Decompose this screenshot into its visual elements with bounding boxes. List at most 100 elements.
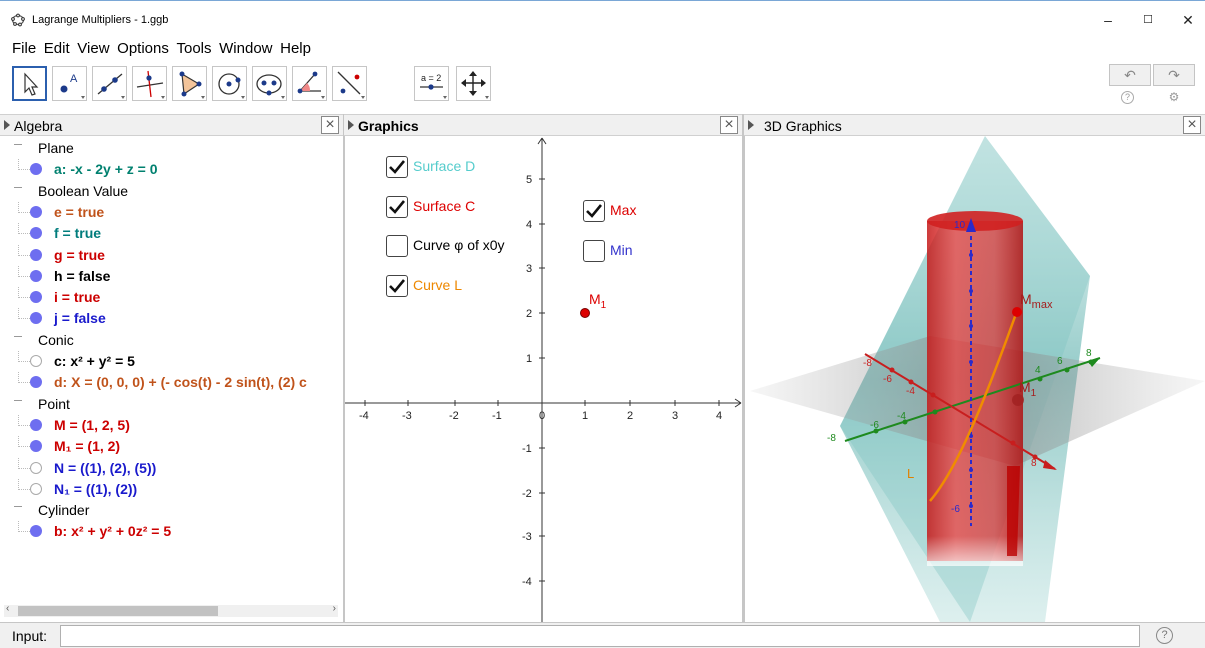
checkbox-label[interactable]: Min bbox=[610, 242, 633, 258]
algebra-item[interactable]: e = true bbox=[0, 201, 343, 223]
scroll-right-icon[interactable]: › bbox=[333, 603, 336, 614]
undo-button[interactable]: ↶ bbox=[1109, 64, 1151, 86]
algebra-item[interactable]: M = (1, 2, 5) bbox=[0, 414, 343, 436]
collapse-triangle-icon[interactable] bbox=[748, 120, 754, 130]
input-help-icon[interactable]: ? bbox=[1156, 627, 1173, 644]
algebra-item[interactable]: f = true bbox=[0, 223, 343, 244]
checkbox-surface-d[interactable] bbox=[386, 156, 408, 178]
checkbox-max[interactable] bbox=[583, 200, 605, 222]
algebra-item-text[interactable]: M₁ = (1, 2) bbox=[54, 438, 120, 454]
point-m1-3d[interactable] bbox=[1012, 394, 1024, 406]
algebra-item[interactable]: N₁ = ((1), (2)) bbox=[0, 478, 343, 500]
visibility-toggle-icon[interactable] bbox=[30, 461, 42, 474]
visibility-toggle-icon[interactable] bbox=[30, 163, 42, 176]
visibility-toggle-icon[interactable] bbox=[30, 482, 42, 495]
visibility-toggle-icon[interactable] bbox=[30, 376, 42, 389]
move-graphics-tool-button[interactable] bbox=[456, 66, 491, 101]
divider-left[interactable] bbox=[343, 114, 344, 622]
algebra-item[interactable]: g = true bbox=[0, 244, 343, 266]
scrollbar-thumb[interactable] bbox=[18, 606, 218, 616]
algebra-item-text[interactable]: d: X = (0, 0, 0) + (- cos(t) - 2 sin(t),… bbox=[54, 374, 307, 390]
menu-edit[interactable]: Edit bbox=[44, 38, 70, 60]
algebra-item-text[interactable]: f = true bbox=[54, 225, 101, 241]
visibility-toggle-icon[interactable] bbox=[30, 418, 42, 431]
polygon-tool-button[interactable] bbox=[172, 66, 207, 101]
graphics-3d-view[interactable]: Mmax M1 L -8 -6 -4 4 6 8 -8 -6 -4 8 10 -… bbox=[744, 136, 1205, 622]
collapse-triangle-icon[interactable] bbox=[348, 120, 354, 130]
algebra-item-text[interactable]: e = true bbox=[54, 204, 104, 220]
divider-right[interactable] bbox=[742, 114, 744, 622]
algebra-category[interactable]: Conic bbox=[0, 330, 343, 351]
menu-tools[interactable]: Tools bbox=[176, 38, 211, 60]
visibility-toggle-icon[interactable] bbox=[30, 312, 42, 325]
algebra-item-text[interactable]: b: x² + y² + 0z² = 5 bbox=[54, 523, 171, 539]
checkbox-label[interactable]: Surface D bbox=[413, 158, 475, 174]
redo-button[interactable]: ↷ bbox=[1153, 64, 1195, 86]
algebra-item[interactable]: b: x² + y² + 0z² = 5 bbox=[0, 521, 343, 542]
help-small-icon[interactable]: ? bbox=[1121, 91, 1134, 104]
maximize-button[interactable]: ☐ bbox=[1133, 9, 1163, 31]
checkbox-label[interactable]: Max bbox=[610, 202, 636, 218]
perpendicular-tool-button[interactable] bbox=[132, 66, 167, 101]
settings-gear-icon[interactable]: ⚙ bbox=[1166, 90, 1182, 104]
point-m-max[interactable] bbox=[1012, 307, 1022, 317]
menu-view[interactable]: View bbox=[77, 38, 109, 60]
algebra-item-text[interactable]: M = (1, 2, 5) bbox=[54, 417, 130, 433]
checkbox-label[interactable]: Surface C bbox=[413, 198, 475, 214]
visibility-toggle-icon[interactable] bbox=[30, 269, 42, 282]
algebra-category[interactable]: Cylinder bbox=[0, 500, 343, 521]
close-window-button[interactable]: ✕ bbox=[1173, 9, 1203, 31]
algebra-item-text[interactable]: g = true bbox=[54, 247, 105, 263]
visibility-toggle-icon[interactable] bbox=[30, 525, 42, 538]
algebra-item[interactable]: a: -x - 2y + z = 0 bbox=[0, 159, 343, 180]
point-m1[interactable] bbox=[580, 308, 590, 318]
checkbox-label[interactable]: Curve φ of x0y bbox=[413, 237, 505, 253]
menu-help[interactable]: Help bbox=[280, 38, 311, 60]
close-algebra-icon[interactable]: × bbox=[321, 116, 339, 134]
algebra-horizontal-scrollbar[interactable]: ‹ › bbox=[4, 603, 338, 617]
collapse-minus-icon[interactable] bbox=[14, 399, 22, 401]
visibility-toggle-icon[interactable] bbox=[30, 248, 42, 261]
visibility-toggle-icon[interactable] bbox=[30, 440, 42, 453]
algebra-item-text[interactable]: c: x² + y² = 5 bbox=[54, 353, 135, 369]
slider-tool-button[interactable]: a = 2 bbox=[414, 66, 449, 101]
conic-tool-button[interactable] bbox=[252, 66, 287, 101]
visibility-toggle-icon[interactable] bbox=[30, 205, 42, 218]
algebra-category[interactable]: Plane bbox=[0, 138, 343, 159]
circle-tool-button[interactable] bbox=[212, 66, 247, 101]
algebra-item-text[interactable]: a: -x - 2y + z = 0 bbox=[54, 161, 158, 177]
algebra-item[interactable]: N = ((1), (2), (5)) bbox=[0, 457, 343, 479]
line-tool-button[interactable] bbox=[92, 66, 127, 101]
algebra-category[interactable]: Boolean Value bbox=[0, 181, 343, 202]
checkbox-curve-of-x0y[interactable] bbox=[386, 235, 408, 257]
collapse-triangle-icon[interactable] bbox=[4, 120, 10, 130]
algebra-item-text[interactable]: N₁ = ((1), (2)) bbox=[54, 481, 137, 497]
graphics-view[interactable]: -4 -3 -2 -1 0 1 2 3 4 5 4 3 2 1 -1 -2 -3 -4 M1 Surface D S… bbox=[344, 136, 742, 622]
checkbox-min[interactable] bbox=[583, 240, 605, 262]
algebra-item-text[interactable]: j = false bbox=[54, 310, 106, 326]
collapse-minus-icon[interactable] bbox=[14, 186, 22, 188]
minimize-button[interactable]: – bbox=[1093, 9, 1123, 31]
algebra-item-text[interactable]: N = ((1), (2), (5)) bbox=[54, 460, 156, 476]
visibility-toggle-icon[interactable] bbox=[30, 227, 42, 240]
checkbox-surface-c[interactable] bbox=[386, 196, 408, 218]
algebra-item[interactable]: i = true bbox=[0, 287, 343, 308]
reflect-tool-button[interactable] bbox=[332, 66, 367, 101]
collapse-minus-icon[interactable] bbox=[14, 144, 22, 145]
algebra-item[interactable]: h = false bbox=[0, 265, 343, 287]
checkbox-curve-l[interactable] bbox=[386, 275, 408, 297]
algebra-item[interactable]: d: X = (0, 0, 0) + (- cos(t) - 2 sin(t),… bbox=[0, 372, 343, 393]
point-tool-button[interactable]: A bbox=[52, 66, 87, 101]
checkbox-label[interactable]: Curve L bbox=[413, 277, 462, 293]
collapse-minus-icon[interactable] bbox=[14, 506, 22, 508]
algebra-item[interactable]: j = false bbox=[0, 308, 343, 329]
close-graphics3d-icon[interactable]: × bbox=[1183, 116, 1201, 134]
algebra-category[interactable]: Point bbox=[0, 394, 343, 415]
menu-window[interactable]: Window bbox=[219, 38, 272, 60]
angle-tool-button[interactable] bbox=[292, 66, 327, 101]
algebra-item-text[interactable]: h = false bbox=[54, 268, 110, 284]
algebra-item[interactable]: M₁ = (1, 2) bbox=[0, 436, 343, 457]
algebra-item[interactable]: c: x² + y² = 5 bbox=[0, 351, 343, 372]
input-field[interactable] bbox=[60, 625, 1140, 647]
visibility-toggle-icon[interactable] bbox=[30, 291, 42, 304]
